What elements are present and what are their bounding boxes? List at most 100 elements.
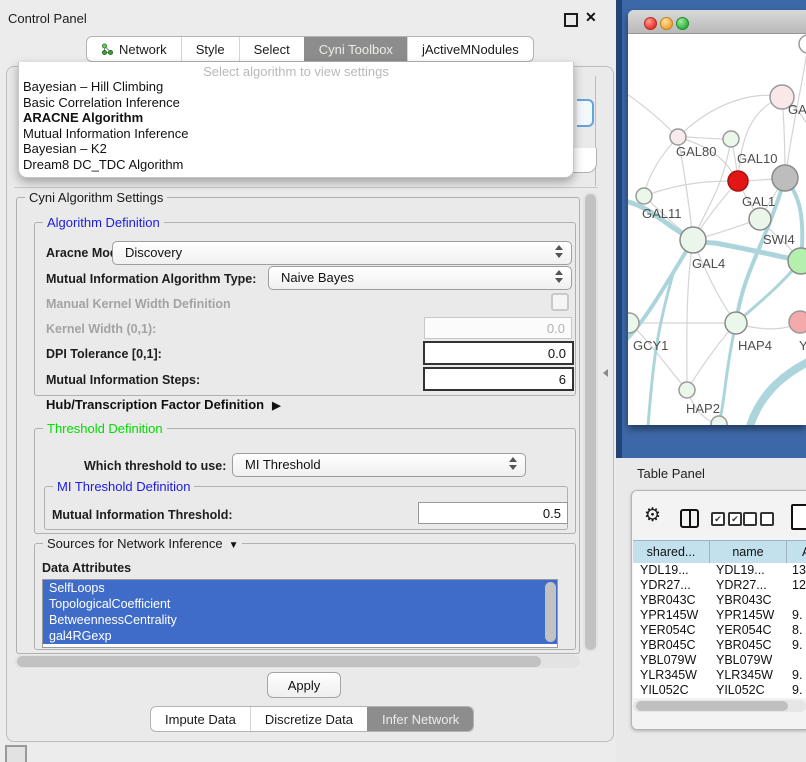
- table-cell: YER054C: [709, 623, 785, 638]
- zoom-traffic-light-icon[interactable]: [676, 17, 689, 30]
- table-cell: YBR045C: [633, 638, 709, 653]
- algorithm-option-dream8-dc-tdc-algorithm[interactable]: Dream8 DC_TDC Algorithm: [23, 157, 569, 173]
- deselect-all-rows-icon[interactable]: [743, 512, 774, 526]
- attributes-list-scrollbar[interactable]: [545, 582, 556, 642]
- table-cell: 9.: [785, 668, 806, 683]
- manual-kernel-width-checkbox[interactable]: [551, 293, 569, 311]
- tab-infer-network[interactable]: Infer Network: [367, 707, 473, 731]
- column-header-a[interactable]: A: [787, 541, 806, 563]
- table-row[interactable]: YER054CYER054C8.: [633, 623, 806, 638]
- node-label-gal1: GAL1: [742, 194, 775, 209]
- hub-transcription-factor-expander[interactable]: Hub/Transcription Factor Definition▶: [46, 397, 281, 412]
- table-settings-gear-icon[interactable]: ⚙: [644, 504, 661, 527]
- node-swi4[interactable]: [788, 248, 806, 274]
- table-row[interactable]: YLR345WYLR345W9.: [633, 668, 806, 683]
- table-horizontal-scrollbar-thumb[interactable]: [636, 701, 788, 711]
- table-cell: YIL052C: [633, 683, 709, 698]
- node-pink-right[interactable]: [789, 311, 806, 333]
- table-row[interactable]: YBR043CYBR043C: [633, 593, 806, 608]
- sources-legend[interactable]: Sources for Network Inference▼: [43, 536, 242, 551]
- splitter-collapse-handle[interactable]: [603, 369, 608, 377]
- application-root: Control Panel ✕ NetworkStyleSelectCyni T…: [0, 0, 806, 762]
- mi-algorithm-type-select[interactable]: Naive Bayes: [268, 266, 572, 290]
- table-cell: YLR345W: [633, 668, 709, 683]
- node-gal4[interactable]: [680, 227, 706, 253]
- cyni-algorithm-settings-legend: Cyni Algorithm Settings: [25, 190, 167, 205]
- close-traffic-light-icon[interactable]: [644, 17, 657, 30]
- node-label-hap4: HAP4: [738, 338, 772, 353]
- node-red[interactable]: [728, 171, 748, 191]
- control-panel-tab-bar: Network Style Select Cyni Toolbox jActiveMNo…: [86, 36, 534, 62]
- checked-checkbox-icon: ✔: [728, 512, 742, 526]
- tab-style[interactable]: Style: [181, 37, 239, 61]
- attribute-item-gal4rgexp[interactable]: gal4RGexp: [43, 628, 557, 644]
- dpi-tolerance-field[interactable]: 0.0: [423, 341, 574, 365]
- attribute-item-betweennesscentrality[interactable]: BetweennessCentrality: [43, 612, 557, 628]
- node-hap2[interactable]: [679, 382, 695, 398]
- apply-button[interactable]: Apply: [267, 672, 341, 698]
- settings-horizontal-scrollbar-thumb[interactable]: [17, 656, 541, 667]
- attribute-item-topologicalcoefficient[interactable]: TopologicalCoefficient: [43, 596, 557, 612]
- table-cell: 9.: [785, 638, 806, 653]
- which-threshold-select[interactable]: MI Threshold: [232, 453, 526, 477]
- tab-label: Cyni Toolbox: [319, 42, 393, 57]
- dpi-tolerance-label: DPI Tolerance [0,1]:: [46, 347, 162, 361]
- node-label-gal11: GAL11: [642, 206, 682, 221]
- algorithm-dropdown-popup: Select algorithm to view settings Bayesi…: [18, 62, 574, 178]
- node-gal80[interactable]: [670, 129, 686, 145]
- tab-select[interactable]: Select: [239, 37, 304, 61]
- node-label-gal: GAL: [788, 102, 806, 117]
- algorithm-option-bayesian-hill-climbing[interactable]: Bayesian – Hill Climbing: [23, 79, 569, 95]
- column-header-shared[interactable]: shared...: [633, 541, 710, 563]
- aracne-mode-select[interactable]: Discovery: [112, 241, 572, 265]
- select-all-rows-icon[interactable]: ✔✔: [711, 512, 742, 526]
- node-label-y: Y: [799, 338, 806, 353]
- algorithm-definition-legend: Algorithm Definition: [43, 215, 164, 230]
- table-row[interactable]: YBL079WYBL079W: [633, 653, 806, 668]
- mi-threshold-field[interactable]: 0.5: [418, 502, 568, 524]
- settings-vertical-scrollbar-thumb[interactable]: [585, 194, 596, 650]
- node-bottom-green[interactable]: [711, 416, 727, 425]
- minimize-traffic-light-icon[interactable]: [660, 17, 673, 30]
- column-header-name[interactable]: name: [710, 541, 787, 563]
- algorithm-option-basic-correlation-inference[interactable]: Basic Correlation Inference: [23, 95, 569, 111]
- which-threshold-label: Which threshold to use:: [84, 459, 226, 473]
- algorithm-option-aracne-algorithm[interactable]: ARACNE Algorithm: [23, 110, 569, 126]
- algorithm-option-bayesian-k2[interactable]: Bayesian – K2: [23, 141, 569, 157]
- export-table-icon[interactable]: [791, 504, 806, 530]
- tab-discretize-data[interactable]: Discretize Data: [250, 707, 367, 731]
- minimized-panel-icon[interactable]: [5, 745, 27, 762]
- hidden-combo-focus-fragment: [577, 99, 594, 127]
- kernel-width-field: 0.0: [424, 317, 572, 339]
- algorithm-option-mutual-information-inference[interactable]: Mutual Information Inference: [23, 126, 569, 142]
- network-canvas[interactable]: GALGAL80GAL10GAL11GAL1SWI4GAL4GCY1HAP4YH…: [628, 34, 806, 425]
- table-row[interactable]: YDL19...YDL19...13: [633, 563, 806, 578]
- table-row[interactable]: YDR27...YDR27...12: [633, 578, 806, 593]
- tab-label: Style: [196, 42, 225, 57]
- table-cell: YPR145W: [633, 608, 709, 623]
- tab-impute-data[interactable]: Impute Data: [151, 707, 250, 731]
- show-columns-icon[interactable]: [680, 509, 699, 528]
- data-attributes-list[interactable]: SelfLoopsTopologicalCoefficientBetweenne…: [42, 579, 558, 648]
- tab-jactivemnodules[interactable]: jActiveMNodules: [407, 37, 533, 61]
- close-panel-icon[interactable]: ✕: [585, 9, 597, 26]
- tab-cyni-toolbox[interactable]: Cyni Toolbox: [304, 37, 407, 61]
- node-small-green-top[interactable]: [723, 131, 739, 147]
- node-gal1[interactable]: [749, 208, 771, 230]
- float-window-icon[interactable]: [564, 13, 578, 27]
- table-row[interactable]: YPR145WYPR145W9.: [633, 608, 806, 623]
- table-row[interactable]: YBR045CYBR045C9.: [633, 638, 806, 653]
- mi-steps-label: Mutual Information Steps:: [46, 373, 200, 387]
- table-row[interactable]: YIL052CYIL052C9.: [633, 683, 806, 698]
- kernel-width-value: 0.0: [547, 321, 565, 336]
- node-partial-top[interactable]: [799, 35, 806, 53]
- node-gal11[interactable]: [636, 188, 652, 204]
- network-window-titlebar[interactable]: [628, 10, 806, 34]
- spinner-arrows-icon: [555, 245, 563, 258]
- mi-steps-field[interactable]: 6: [423, 367, 574, 391]
- attribute-item-selfloops[interactable]: SelfLoops: [43, 580, 557, 596]
- node-hap4[interactable]: [725, 312, 747, 334]
- node-gal10[interactable]: [772, 165, 798, 191]
- tab-network[interactable]: Network: [87, 37, 181, 61]
- mi-threshold-label: Mutual Information Threshold:: [52, 508, 233, 522]
